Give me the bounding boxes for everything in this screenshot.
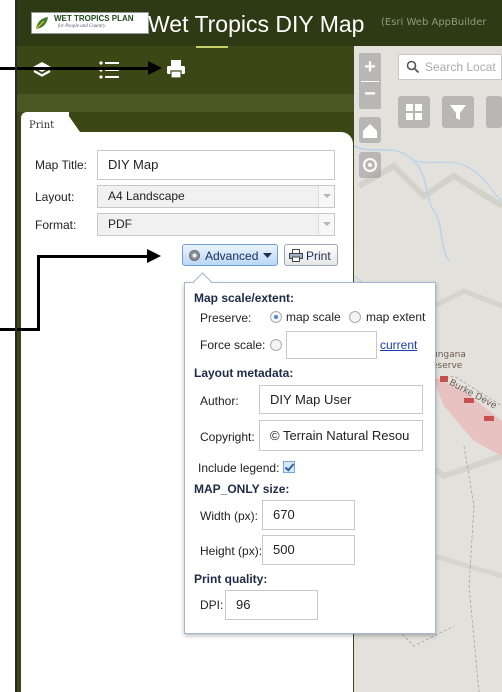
map-tool-button[interactable]	[486, 96, 502, 128]
format-label: Format:	[35, 218, 77, 232]
funnel-icon	[450, 105, 466, 120]
legend-list-icon[interactable]	[98, 59, 120, 81]
widget-toolbar	[15, 46, 354, 94]
include-legend-checkbox[interactable]	[283, 461, 295, 473]
preserve-label: Preserve:	[200, 311, 252, 325]
gear-icon	[189, 250, 200, 261]
layout-value: A4 Landscape	[108, 189, 185, 203]
printer-icon	[289, 249, 303, 262]
force-scale-label: Force scale:	[200, 338, 266, 352]
map-title-input[interactable]: DIY Map	[97, 150, 335, 180]
radio-force-scale[interactable]	[270, 339, 282, 351]
map-scale-option[interactable]: map scale	[286, 310, 341, 324]
zoom-out-button[interactable]: −	[359, 82, 381, 106]
copyright-input[interactable]: © Terrain Natural Resou	[259, 420, 423, 451]
format-value: PDF	[108, 217, 132, 231]
logo-text: WET TROPICS PLAN	[54, 14, 134, 23]
logo-tagline: for People and Country	[58, 24, 106, 29]
width-input[interactable]: 670	[262, 500, 355, 530]
annotation-line	[37, 255, 40, 331]
annotation-line	[0, 328, 39, 331]
height-input[interactable]: 500	[262, 535, 355, 565]
chevron-down-icon	[318, 214, 334, 235]
map-extent-option[interactable]: map extent	[366, 310, 425, 324]
tab-edge	[66, 112, 80, 132]
search-placeholder: Search Locat	[425, 60, 496, 74]
dpi-input[interactable]: 96	[225, 590, 318, 620]
grid-icon	[406, 104, 422, 120]
filter-button[interactable]	[442, 96, 474, 128]
height-label: Height (px):	[200, 544, 263, 558]
annotation-line	[0, 67, 150, 70]
scale-section-title: Map scale/extent:	[194, 291, 295, 305]
copyright-label: Copyright:	[200, 430, 255, 444]
author-label: Author:	[200, 394, 239, 408]
layout-select[interactable]: A4 Landscape	[97, 185, 335, 208]
chevron-down-icon	[263, 253, 272, 258]
size-section-title: MAP_ONLY size:	[194, 482, 290, 496]
app-title: Wet Tropics DIY Map	[148, 11, 365, 37]
advanced-label: Advanced	[205, 249, 259, 263]
width-label: Width (px):	[200, 509, 259, 523]
layout-label: Layout:	[35, 190, 75, 204]
map-place-label: eserve	[432, 361, 463, 371]
active-tool-indicator	[196, 46, 228, 48]
locate-button[interactable]	[359, 152, 381, 178]
window-border	[15, 0, 17, 692]
app-subtitle: (Esri Web AppBuilder	[381, 17, 487, 28]
layers-icon[interactable]	[31, 60, 53, 80]
dpi-label: DPI:	[200, 598, 224, 612]
force-scale-input[interactable]	[286, 331, 377, 359]
current-scale-link[interactable]: current	[380, 338, 417, 352]
basemap-gallery-button[interactable]	[398, 96, 430, 128]
radio-map-extent[interactable]	[349, 311, 361, 323]
tab-print[interactable]: Print	[21, 112, 69, 132]
leaf-logo-icon	[35, 17, 48, 30]
map-search-input[interactable]: Search Locat	[398, 54, 502, 80]
print-icon[interactable]	[165, 58, 187, 80]
print-button[interactable]: Print	[284, 244, 338, 266]
metadata-section-title: Layout metadata:	[194, 366, 294, 380]
zoom-control: + −	[359, 53, 381, 109]
home-button[interactable]	[359, 117, 381, 143]
include-legend-label: Include legend:	[198, 461, 280, 475]
quality-section-title: Print quality:	[194, 572, 268, 586]
radio-map-scale[interactable]	[270, 311, 282, 323]
format-select[interactable]: PDF	[97, 213, 335, 236]
advanced-button[interactable]: Advanced	[182, 244, 278, 266]
wet-tropics-logo: WET TROPICS PLAN for People and Country	[31, 12, 149, 34]
chevron-down-icon	[318, 186, 334, 207]
annotation-line	[37, 255, 149, 258]
zoom-in-button[interactable]: +	[359, 55, 381, 79]
map-place-label: ungana	[432, 350, 466, 360]
author-input[interactable]: DIY Map User	[259, 385, 423, 414]
search-icon	[406, 60, 420, 74]
annotation-arrowhead	[147, 249, 161, 263]
annotation-arrowhead	[148, 61, 162, 75]
print-label: Print	[306, 249, 331, 263]
map-title-label: Map Title:	[35, 158, 88, 172]
home-icon	[363, 124, 377, 138]
app-header: WET TROPICS PLAN for People and Country …	[15, 0, 502, 46]
locate-icon	[363, 158, 377, 172]
